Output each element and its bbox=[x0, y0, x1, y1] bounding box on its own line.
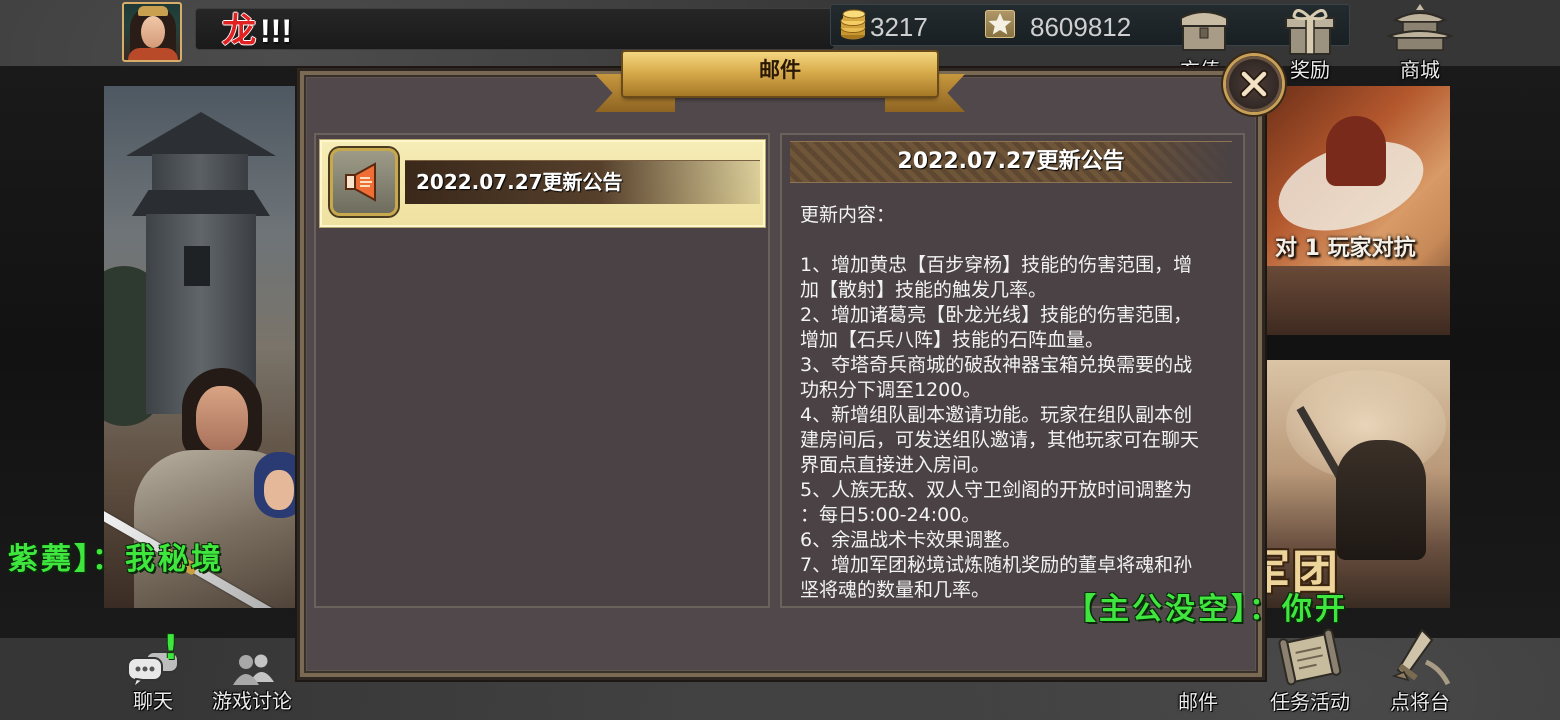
chat-message: 【主公没空】：你开 bbox=[1066, 592, 1348, 627]
gold-amount: 3217 bbox=[870, 12, 928, 42]
banner-tower-eave bbox=[132, 190, 270, 216]
chat-notification-badge: ! bbox=[163, 628, 179, 668]
detail-line: ：每日5:00-24:00。 bbox=[800, 504, 981, 526]
detail-line: 加【散射】技能的触发几率。 bbox=[800, 279, 1048, 301]
detail-line: 界面点直接进入房间。 bbox=[800, 454, 991, 476]
detail-line: 7、增加军团秘境试炼随机奖励的董卓将魂和孙 bbox=[800, 554, 1193, 576]
mail-item-title: 2022.07.27更新公告 bbox=[416, 170, 623, 194]
mail-list[interactable]: 2022.07.27更新公告 bbox=[314, 133, 770, 608]
discussion-label[interactable]: 游戏讨论 bbox=[192, 689, 312, 713]
sword-icon[interactable] bbox=[1382, 626, 1458, 690]
banner-warrior bbox=[1336, 440, 1426, 560]
banner-tower-top bbox=[152, 154, 248, 194]
avatar-shoulder bbox=[128, 48, 178, 60]
banner-hero2-face bbox=[264, 470, 294, 510]
close-icon bbox=[1240, 70, 1268, 98]
event-banner-left[interactable] bbox=[104, 86, 296, 608]
detail-line: 2、增加诸葛亮【卧龙光线】技能的伤害范围， bbox=[800, 304, 1193, 326]
rewards-label[interactable]: 奖励 bbox=[1270, 58, 1350, 82]
detail-spacer bbox=[800, 228, 1240, 253]
shop-label[interactable]: 商城 bbox=[1380, 58, 1460, 82]
tasks-label[interactable]: 任务活动 bbox=[1250, 690, 1370, 714]
gold-coins-icon bbox=[838, 8, 868, 40]
detail-line: 5、人族无敌、双人守卫剑阁的开放时间调整为 bbox=[800, 479, 1193, 501]
heroes-label[interactable]: 点将台 bbox=[1360, 690, 1480, 714]
detail-line: 功积分下调至1200。 bbox=[800, 379, 982, 401]
mail-detail[interactable]: 2022.07.27更新公告 更新内容： 1、增加黄忠【百步穿杨】技能的伤害范围… bbox=[780, 133, 1245, 608]
mail-label[interactable]: 邮件 bbox=[1138, 690, 1258, 714]
marquee-highlight: 龙 bbox=[222, 12, 256, 50]
chat-message: 紫蕘】：我秘境 bbox=[8, 542, 224, 577]
detail-line: 3、夺塔奇兵商城的破敌神器宝箱兑换需要的战 bbox=[800, 354, 1193, 376]
legion-banner-label: 军团 bbox=[1266, 545, 1340, 599]
scroll-icon[interactable] bbox=[1275, 628, 1345, 690]
two-people-icon[interactable] bbox=[230, 652, 276, 686]
dialog-title: 邮件 bbox=[759, 58, 801, 82]
close-button[interactable] bbox=[1226, 56, 1282, 112]
title-ribbon: 邮件 bbox=[623, 52, 937, 96]
detail-header: 2022.07.27更新公告 bbox=[790, 141, 1232, 183]
marquee-suffix: !!! bbox=[260, 13, 292, 49]
player-avatar[interactable] bbox=[122, 2, 182, 62]
banner-tower-roof bbox=[126, 112, 276, 156]
points-amount: 8609812 bbox=[1030, 12, 1132, 42]
detail-line: 4、新增组队副本邀请功能。玩家在组队副本创 bbox=[800, 404, 1193, 426]
detail-line: 6、余温战术卡效果调整。 bbox=[800, 529, 1022, 551]
detail-line: 1、增加黄忠【百步穿杨】技能的伤害范围，增 bbox=[800, 254, 1193, 276]
star-icon bbox=[985, 10, 1015, 38]
mail-dialog: 邮件 2022.07.27更新公告 2022.07.27更新公告 更新内容： 1… bbox=[297, 52, 1265, 680]
detail-line: 建房间后，可发送组队邀请，其他玩家可在聊天 bbox=[800, 429, 1200, 451]
pagoda-shop-icon[interactable] bbox=[1385, 2, 1455, 52]
pvp-banner-label: 对 1 玩家对抗 bbox=[1275, 236, 1416, 261]
avatar-crown bbox=[138, 6, 168, 16]
banner-hero-face bbox=[196, 386, 248, 452]
mail-title-band: 2022.07.27更新公告 bbox=[405, 160, 760, 204]
megaphone-icon bbox=[330, 148, 398, 216]
legion-banner[interactable]: 军团 bbox=[1266, 360, 1450, 608]
avatar-face bbox=[141, 16, 165, 48]
detail-heading: 更新内容： bbox=[800, 204, 896, 226]
detail-body: 更新内容： 1、增加黄忠【百步穿杨】技能的伤害范围，增 加【散射】技能的触发几率… bbox=[800, 203, 1240, 603]
banner-tower-window bbox=[184, 246, 210, 286]
banner-ground bbox=[1266, 266, 1450, 335]
detail-line: 增加【石兵八阵】技能的石阵血量。 bbox=[800, 329, 1105, 351]
gift-box-icon[interactable] bbox=[1280, 6, 1340, 56]
pvp-banner[interactable]: 对 1 玩家对抗 bbox=[1266, 86, 1450, 335]
announcement-marquee-text: 龙!!! bbox=[222, 8, 292, 54]
detail-title: 2022.07.27更新公告 bbox=[897, 149, 1125, 174]
banner-rider bbox=[1326, 116, 1386, 186]
mail-list-item[interactable]: 2022.07.27更新公告 bbox=[320, 140, 765, 227]
recharge-chest-icon[interactable] bbox=[1175, 6, 1233, 54]
